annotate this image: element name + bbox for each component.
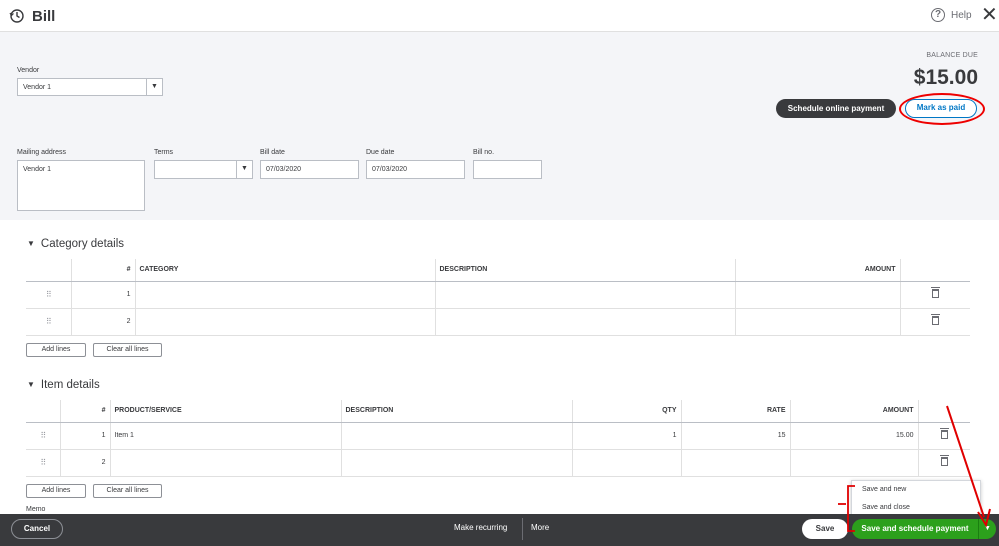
balance-due-label: BALANCE DUE	[926, 52, 978, 59]
column-header-description: DESCRIPTION	[435, 259, 736, 282]
footer-divider	[522, 518, 523, 540]
handle-column	[26, 259, 72, 282]
handle-column	[26, 400, 61, 423]
due-date-value: 07/03/2020	[372, 166, 408, 173]
balance-due-amount: $15.00	[913, 66, 978, 89]
column-header-num: #	[60, 400, 111, 423]
description-cell[interactable]	[435, 281, 736, 309]
amount-cell[interactable]	[735, 308, 901, 336]
save-and-close-menu-item[interactable]: Save and close	[862, 504, 910, 511]
category-cell[interactable]	[135, 308, 436, 336]
terms-label: Terms	[154, 149, 174, 156]
terms-select[interactable]: ▼	[154, 160, 253, 179]
bill-history-icon	[9, 9, 24, 23]
vendor-select[interactable]: Vendor 1 ▼	[17, 78, 163, 96]
bill-date-label: Bill date	[260, 149, 285, 156]
memo-label: Memo	[26, 506, 46, 513]
more-link[interactable]: More	[531, 523, 549, 532]
table-row[interactable]: ⠿ 2	[26, 449, 970, 477]
add-lines-button[interactable]: Add lines	[26, 484, 86, 498]
row-number: 1	[71, 281, 136, 309]
category-table: # CATEGORY DESCRIPTION AMOUNT ⠿ 1 ⠿ 2	[26, 259, 970, 336]
save-and-new-menu-item[interactable]: Save and new	[862, 486, 906, 493]
drag-handle-icon[interactable]: ⠿	[26, 308, 72, 336]
vendor-label: Vendor	[17, 67, 40, 74]
page-title: Bill	[32, 8, 56, 25]
delete-column	[918, 400, 970, 423]
trash-icon[interactable]	[900, 281, 970, 309]
item-details-title: Item details	[40, 379, 100, 391]
mailing-address-field[interactable]: Vendor 1	[17, 160, 145, 211]
bill-date-input[interactable]: 07/03/2020	[260, 160, 359, 179]
category-cell[interactable]	[135, 281, 436, 309]
collapse-triangle-icon[interactable]: ▼	[27, 239, 35, 248]
table-row[interactable]: ⠿ 2	[26, 308, 970, 336]
column-header-rate: RATE	[681, 400, 791, 423]
collapse-triangle-icon[interactable]: ▼	[27, 380, 35, 389]
chevron-down-icon[interactable]: ▼	[236, 161, 252, 178]
chevron-down-icon[interactable]: ▼	[146, 79, 162, 95]
description-cell[interactable]	[435, 308, 736, 336]
due-date-input[interactable]: 07/03/2020	[366, 160, 465, 179]
trash-icon[interactable]	[918, 422, 970, 450]
qty-cell[interactable]	[572, 449, 682, 477]
due-date-label: Due date	[366, 149, 395, 156]
column-header-amount: AMOUNT	[735, 259, 901, 282]
row-number: 1	[60, 422, 111, 450]
help-icon[interactable]: ?	[931, 8, 945, 22]
category-details-title: Category details	[40, 238, 125, 250]
drag-handle-icon[interactable]: ⠿	[26, 449, 61, 477]
help-link[interactable]: Help	[951, 10, 972, 21]
schedule-online-payment-button[interactable]: Schedule online payment	[776, 99, 896, 118]
product-cell[interactable]	[110, 449, 342, 477]
column-header-num: #	[71, 259, 136, 282]
amount-cell[interactable]: 15.00	[790, 422, 919, 450]
add-lines-button[interactable]: Add lines	[26, 343, 86, 357]
column-header-category: CATEGORY	[135, 259, 436, 282]
save-options-menu: Save and new Save and close	[851, 480, 981, 516]
title-bar: Bill ? Help ✕	[0, 0, 999, 32]
bill-no-label: Bill no.	[473, 149, 495, 156]
row-number: 2	[60, 449, 111, 477]
column-header-qty: QTY	[572, 400, 682, 423]
column-header-description: DESCRIPTION	[341, 400, 573, 423]
product-cell[interactable]: Item 1	[110, 422, 342, 450]
description-cell[interactable]	[341, 422, 573, 450]
trash-icon[interactable]	[900, 308, 970, 336]
bill-no-input[interactable]	[473, 160, 542, 179]
rate-cell[interactable]	[681, 449, 791, 477]
column-header-product: PRODUCT/SERVICE	[110, 400, 342, 423]
amount-cell[interactable]	[735, 281, 901, 309]
drag-handle-icon[interactable]: ⠿	[26, 422, 61, 450]
vendor-value: Vendor 1	[23, 84, 52, 91]
item-table: # PRODUCT/SERVICE DESCRIPTION QTY RATE A…	[26, 400, 970, 477]
table-row[interactable]: ⠿ 1 Item 1 1 15 15.00	[26, 422, 970, 450]
mailing-address-value: Vendor 1	[23, 166, 52, 173]
trash-icon[interactable]	[918, 449, 970, 477]
item-details-header[interactable]: ▼ Item details	[27, 379, 100, 391]
rate-cell[interactable]: 15	[681, 422, 791, 450]
column-header-amount: AMOUNT	[790, 400, 919, 423]
annotation-circle	[899, 93, 985, 125]
clear-all-lines-button[interactable]: Clear all lines	[93, 343, 162, 357]
close-icon[interactable]: ✕	[981, 5, 998, 25]
make-recurring-link[interactable]: Make recurring	[454, 523, 507, 532]
save-button[interactable]: Save	[802, 519, 848, 539]
chevron-down-icon: ▼	[984, 525, 991, 532]
table-row[interactable]: ⠿ 1	[26, 281, 970, 309]
cancel-button[interactable]: Cancel	[11, 519, 63, 539]
save-and-schedule-payment-button[interactable]: Save and schedule payment	[852, 519, 978, 539]
bill-date-value: 07/03/2020	[266, 166, 302, 173]
qty-cell[interactable]: 1	[572, 422, 682, 450]
mailing-address-label: Mailing address	[17, 149, 67, 156]
description-cell[interactable]	[341, 449, 573, 477]
delete-column	[900, 259, 970, 282]
drag-handle-icon[interactable]: ⠿	[26, 281, 72, 309]
row-number: 2	[71, 308, 136, 336]
clear-all-lines-button[interactable]: Clear all lines	[93, 484, 162, 498]
amount-cell[interactable]	[790, 449, 919, 477]
category-details-header[interactable]: ▼ Category details	[27, 238, 124, 250]
